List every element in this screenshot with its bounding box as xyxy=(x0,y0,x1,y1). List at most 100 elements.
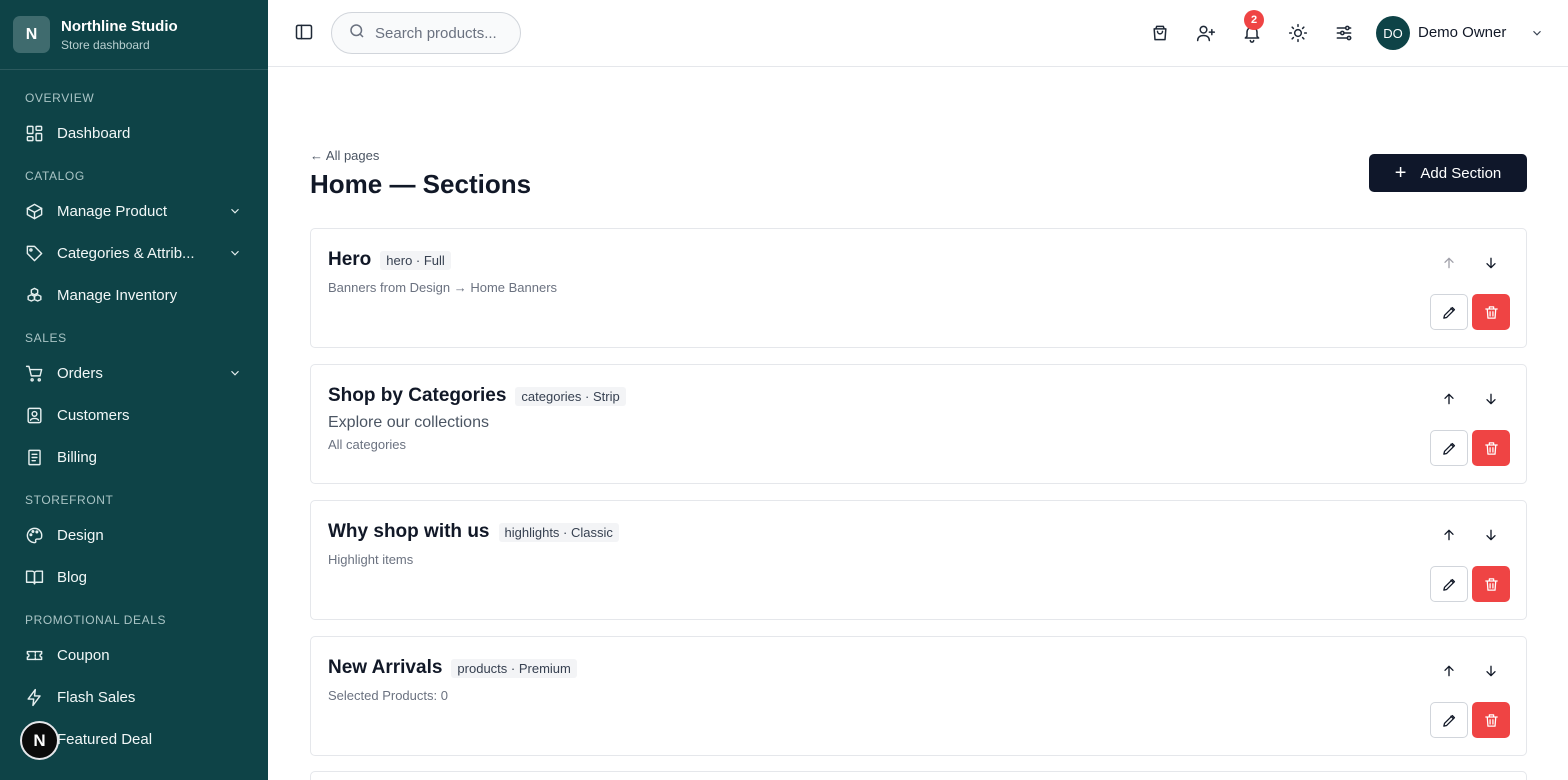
section-title: Shop by Categories xyxy=(328,385,507,406)
section-title: Hero xyxy=(328,249,372,270)
sidebar-item-orders[interactable]: Orders xyxy=(0,352,268,394)
sidebar-item-label: Orders xyxy=(57,364,103,382)
move-up-button[interactable] xyxy=(1439,525,1459,545)
sidebar-item-manage-product[interactable]: Manage Product xyxy=(0,190,268,232)
sidebar-item-label: Design xyxy=(57,526,104,544)
section-title: New Arrivals xyxy=(328,657,443,678)
section-meta: Banners from Design → Home Banners xyxy=(328,280,558,295)
ticket-icon xyxy=(25,646,44,665)
user-plus-icon[interactable] xyxy=(1196,23,1216,43)
sidebar-item-manage-inventory[interactable]: Manage Inventory xyxy=(0,274,268,316)
trash-icon xyxy=(1484,713,1498,727)
section-type-tag: categories · Strip xyxy=(515,386,626,406)
move-down-button[interactable] xyxy=(1481,661,1501,681)
edit-section-button[interactable] xyxy=(1430,566,1468,602)
brand-logo: N xyxy=(13,16,50,53)
move-down-button[interactable] xyxy=(1481,253,1501,273)
shopping-bag-icon[interactable] xyxy=(1150,23,1170,43)
sidebar-item-customers[interactable]: Customers xyxy=(0,394,268,436)
trash-icon xyxy=(1484,441,1498,455)
notification-count-badge: 2 xyxy=(1244,10,1264,30)
page-title: Home — Sections xyxy=(310,169,532,199)
search-box[interactable] xyxy=(331,12,521,54)
chevron-down-icon[interactable] xyxy=(228,204,242,218)
back-to-all-pages-link[interactable]: ← All pages xyxy=(310,148,379,163)
section-label-overview: OVERVIEW xyxy=(25,91,95,105)
arrow-down-icon xyxy=(1486,529,1496,541)
brand-subtitle: Store dashboard xyxy=(61,37,150,52)
section-type-tag: products · Premium xyxy=(451,658,577,678)
sidebar-item-label: Dashboard xyxy=(57,124,131,142)
sidebar-item-label: Categories & Attrib... xyxy=(57,244,195,262)
zap-icon xyxy=(25,688,44,707)
delete-section-button[interactable] xyxy=(1472,702,1510,738)
chevron-down-icon[interactable] xyxy=(1530,26,1544,40)
add-section-label: Add Section xyxy=(1420,164,1502,182)
search-icon xyxy=(348,22,366,45)
delete-section-button[interactable] xyxy=(1472,430,1510,466)
section-type-tag: hero · Full xyxy=(380,250,451,270)
section-meta: Highlight items xyxy=(328,552,414,567)
pencil-icon xyxy=(1442,578,1455,591)
section-card-partial xyxy=(310,771,1527,780)
pencil-icon xyxy=(1442,306,1455,319)
sliders-icon[interactable] xyxy=(1334,23,1354,43)
section-subtitle: Explore our collections xyxy=(328,414,489,431)
delete-section-button[interactable] xyxy=(1472,566,1510,602)
section-card-shop-by-categories: Shop by Categories categories · Strip Ex… xyxy=(310,364,1527,484)
sidebar-item-coupon[interactable]: Coupon xyxy=(0,634,268,676)
sidebar-item-billing[interactable]: Billing xyxy=(0,436,268,478)
add-section-button[interactable]: + Add Section xyxy=(1369,154,1527,192)
section-title: Why shop with us xyxy=(328,521,490,542)
edit-section-button[interactable] xyxy=(1430,702,1468,738)
sidebar-item-label: Customers xyxy=(57,406,130,424)
sun-icon[interactable] xyxy=(1288,23,1308,43)
panel-toggle-icon[interactable] xyxy=(294,22,314,42)
trash-icon xyxy=(1484,577,1498,591)
sidebar-item-label: Featured Deal xyxy=(57,730,153,748)
delete-section-button[interactable] xyxy=(1472,294,1510,330)
move-up-button[interactable] xyxy=(1439,389,1459,409)
sidebar-item-label: Billing xyxy=(57,448,98,466)
section-meta: All categories xyxy=(328,437,407,452)
arrow-up-icon xyxy=(1444,257,1454,269)
move-down-button[interactable] xyxy=(1481,525,1501,545)
edit-section-button[interactable] xyxy=(1430,430,1468,466)
sidebar-item-label: Manage Product xyxy=(57,202,168,220)
boxes-icon xyxy=(25,286,44,305)
arrow-down-icon xyxy=(1486,665,1496,677)
box-icon xyxy=(25,202,44,221)
arrow-up-icon xyxy=(1444,529,1454,541)
sidebar-item-categories-attributes[interactable]: Categories & Attrib... xyxy=(0,232,268,274)
section-card-why-shop-with-us: Why shop with us highlights · Classic Hi… xyxy=(310,500,1527,620)
sidebar-item-dashboard[interactable]: Dashboard xyxy=(0,112,268,154)
sidebar-item-label: Coupon xyxy=(57,646,110,664)
sidebar-item-flash-sales[interactable]: Flash Sales xyxy=(0,676,268,718)
move-up-button[interactable] xyxy=(1439,661,1459,681)
sidebar-item-design[interactable]: Design xyxy=(0,514,268,556)
section-type-tag: highlights · Classic xyxy=(498,522,619,542)
sidebar: N Northline Studio Store dashboard OVERV… xyxy=(0,0,268,780)
brand-header[interactable]: N Northline Studio Store dashboard xyxy=(0,0,268,70)
section-meta: Selected Products: 0 xyxy=(328,688,448,703)
trash-icon xyxy=(1484,305,1498,319)
sidebar-item-label: Flash Sales xyxy=(57,688,136,706)
grid-icon xyxy=(25,124,44,143)
chevron-down-icon[interactable] xyxy=(228,246,242,260)
move-down-button[interactable] xyxy=(1481,389,1501,409)
section-label-promotional-deals: PROMOTIONAL DEALS xyxy=(25,613,167,627)
move-up-button[interactable] xyxy=(1439,253,1459,273)
section-label-storefront: STOREFRONT xyxy=(25,493,114,507)
user-name[interactable]: Demo Owner xyxy=(1418,24,1506,41)
avatar[interactable]: DO xyxy=(1376,16,1410,50)
search-input[interactable] xyxy=(375,24,515,42)
edit-section-button[interactable] xyxy=(1430,294,1468,330)
section-card-new-arrivals: New Arrivals products · Premium Selected… xyxy=(310,636,1527,756)
sidebar-item-blog[interactable]: Blog xyxy=(0,556,268,598)
section-label-catalog: CATALOG xyxy=(25,169,85,183)
chevron-down-icon[interactable] xyxy=(228,366,242,380)
arrow-down-icon xyxy=(1486,257,1496,269)
floating-assistant-button[interactable]: N xyxy=(20,721,59,760)
sidebar-item-label: Manage Inventory xyxy=(57,286,178,304)
pencil-icon xyxy=(1442,442,1455,455)
